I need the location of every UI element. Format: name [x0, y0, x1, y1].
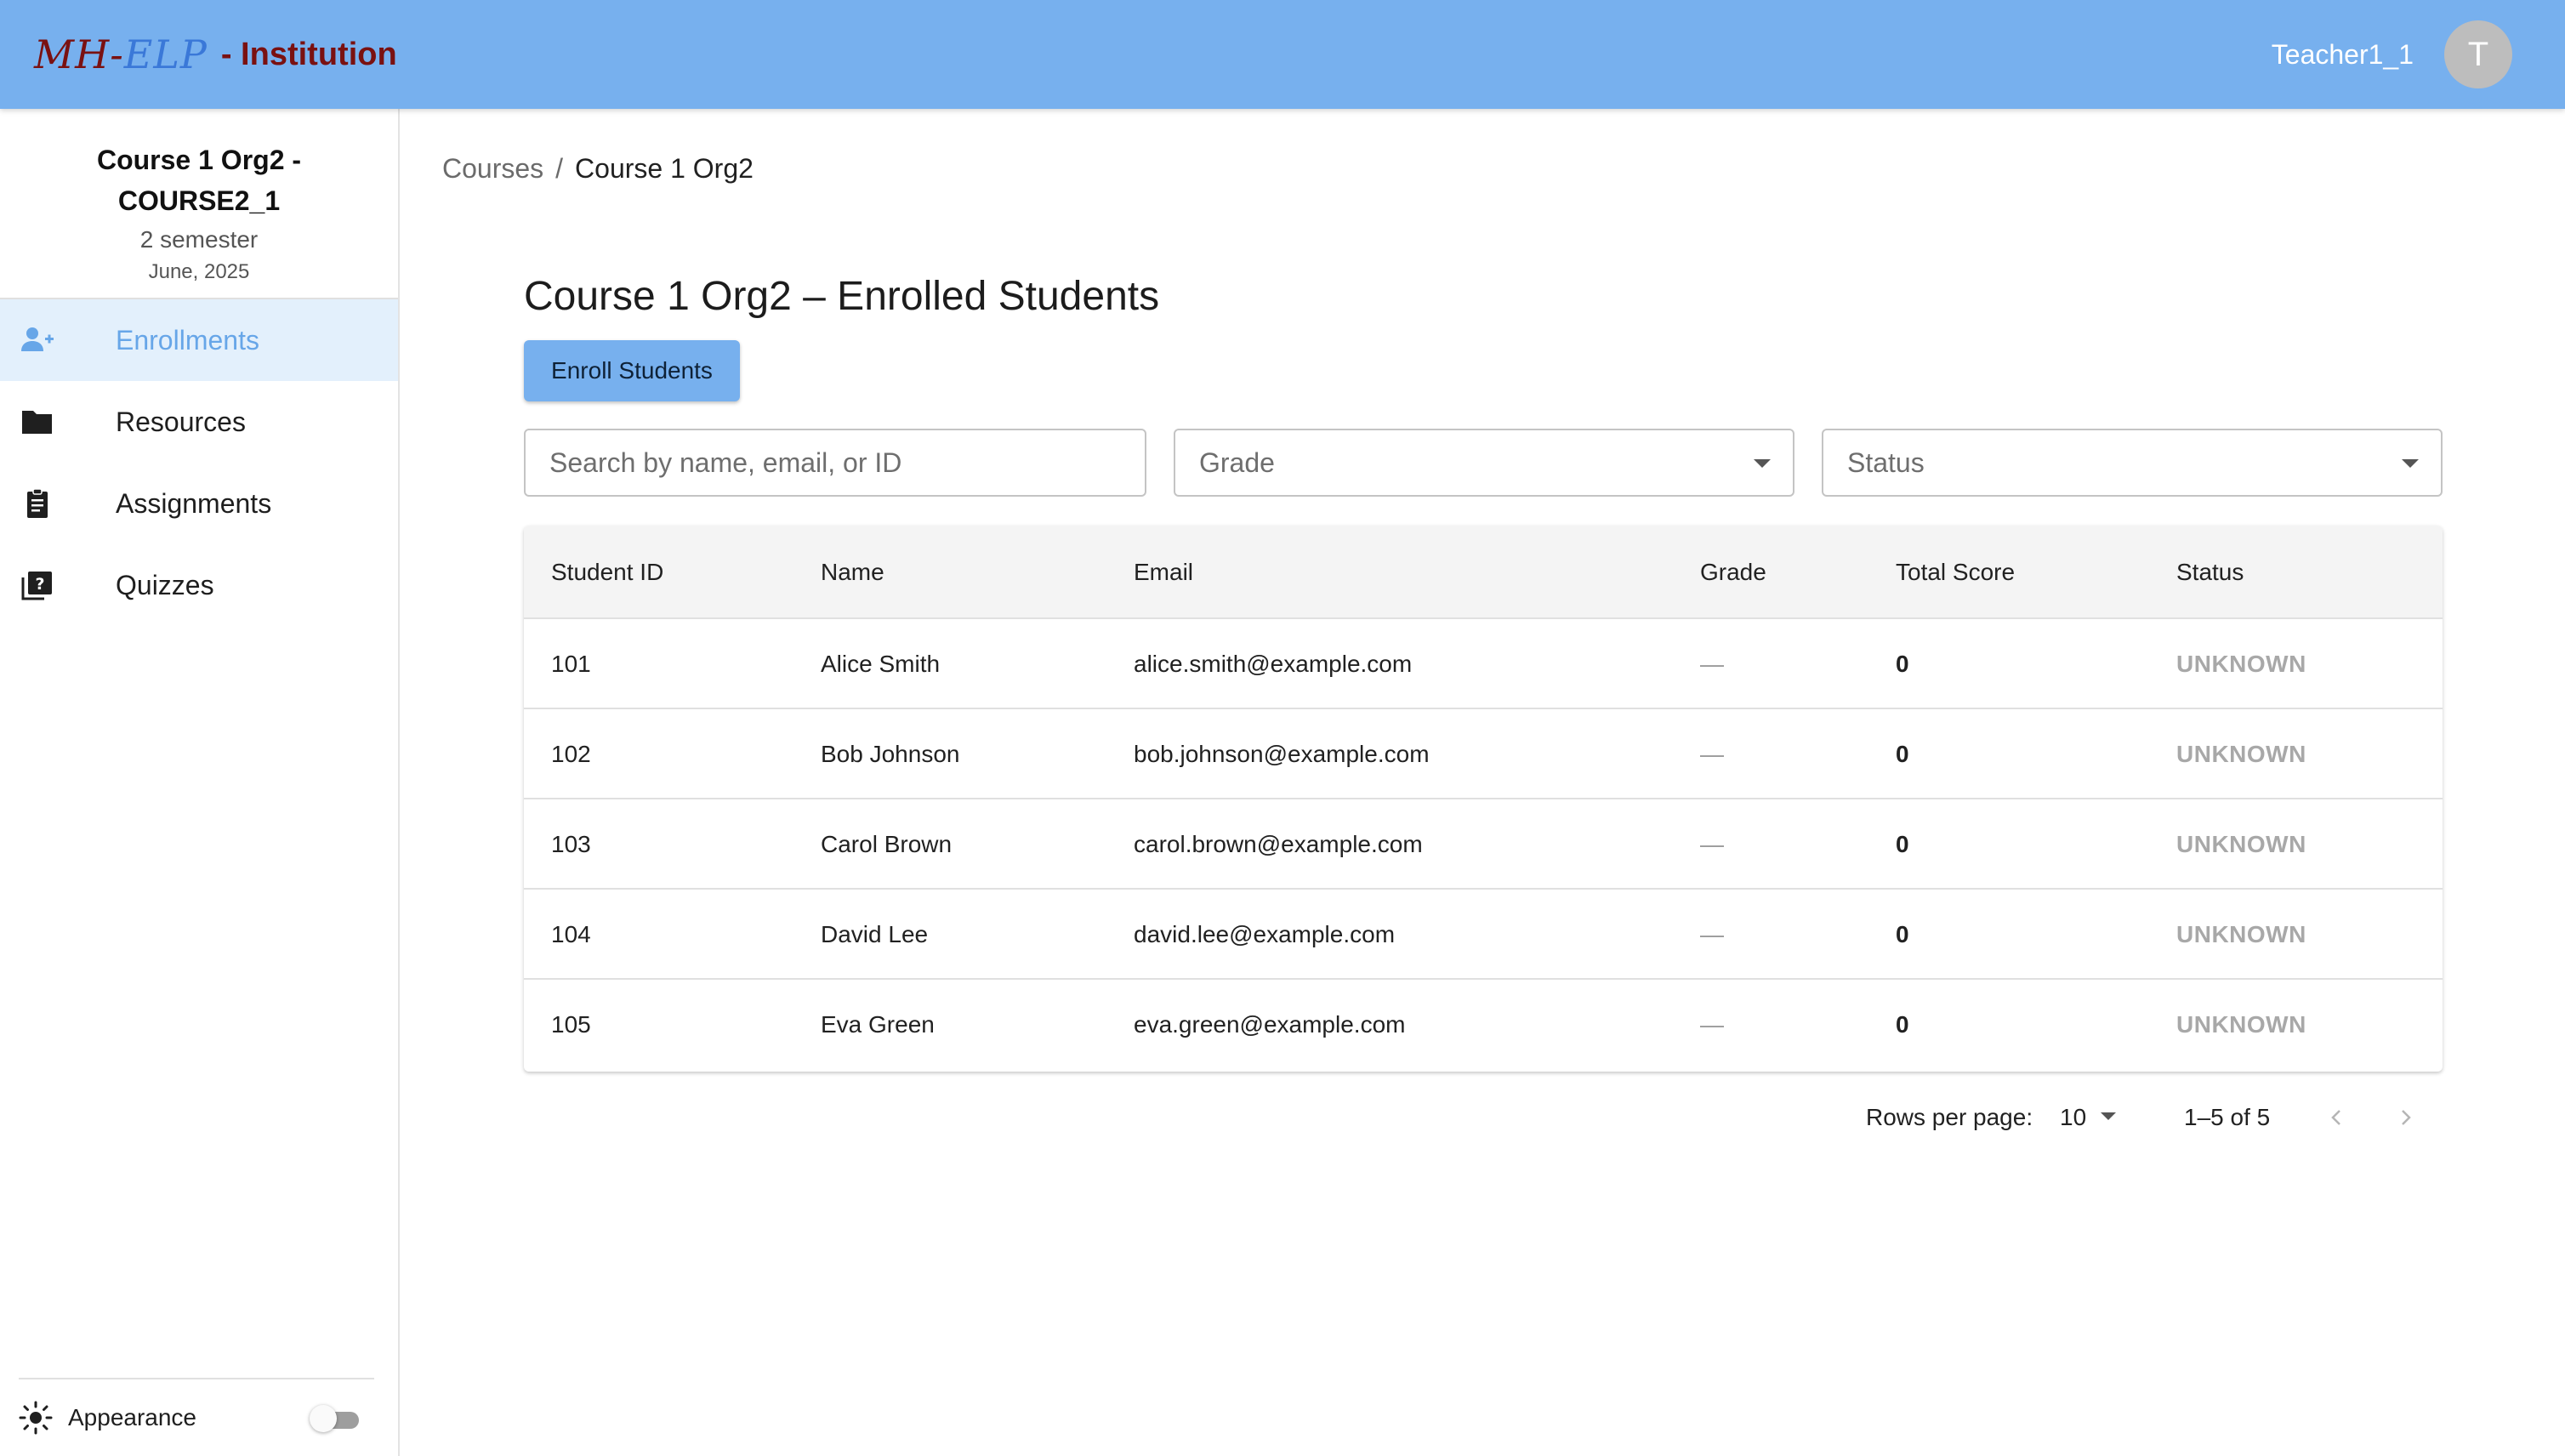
- cell-total-score: 0: [1896, 1011, 1909, 1038]
- sidebar-item-label: Assignments: [116, 487, 272, 519]
- cell-total-score: 0: [1896, 921, 1909, 947]
- toggle-thumb: [310, 1405, 337, 1432]
- table-row[interactable]: 101 Alice Smith alice.smith@example.com …: [524, 619, 2443, 709]
- cell-total-score: 0: [1896, 831, 1909, 857]
- cell-grade: —: [1700, 921, 1724, 947]
- column-header-total-score: Total Score: [1896, 559, 2016, 585]
- folder-icon: [22, 411, 52, 434]
- cell-name: David Lee: [821, 921, 929, 947]
- app-logo[interactable]: MH- ELP - Institution: [34, 26, 397, 83]
- breadcrumb: Courses / Course 1 Org2: [442, 151, 754, 185]
- course-semester: 2 semester: [139, 226, 259, 253]
- sidebar-item-enrollments[interactable]: Enrollments: [0, 299, 398, 381]
- chevron-down-icon: [2402, 459, 2419, 468]
- course-title: Course 1 Org2 - COURSE2_1: [96, 145, 302, 216]
- chevron-down-icon: [1754, 459, 1771, 468]
- chevron-left-icon: [2331, 1110, 2340, 1125]
- cell-email: eva.green@example.com: [1134, 1011, 1406, 1038]
- person-add-icon: [21, 327, 54, 351]
- logo-mh-text: MH-: [34, 31, 124, 77]
- chevron-right-icon: [2402, 1110, 2411, 1125]
- next-page-button[interactable]: [2388, 1101, 2422, 1135]
- status-select-label: Status: [1847, 446, 1925, 478]
- rows-per-page-label: Rows per page:: [1866, 1104, 2033, 1130]
- pagination-range: 1–5 of 5: [2184, 1104, 2271, 1130]
- appearance-toggle[interactable]: [310, 1405, 362, 1432]
- students-table: Student ID Name Email Grade Total Score …: [524, 526, 2443, 1072]
- column-header-grade: Grade: [1700, 559, 1766, 585]
- app-header: MH- ELP - Institution Teacher1_1 T: [0, 0, 2565, 109]
- table-row[interactable]: 103 Carol Brown carol.brown@example.com …: [524, 799, 2443, 890]
- status-badge: UNKNOWN: [2176, 921, 2306, 947]
- search-input[interactable]: [549, 446, 1145, 479]
- cell-student-id: 103: [551, 831, 591, 857]
- course-date: June, 2025: [148, 260, 250, 283]
- breadcrumb-courses-link[interactable]: Courses: [442, 153, 543, 184]
- appearance-setting: Appearance: [19, 1378, 374, 1456]
- cell-name: Eva Green: [821, 1011, 935, 1038]
- enroll-students-button[interactable]: Enroll Students: [524, 340, 740, 401]
- search-field[interactable]: [524, 429, 1146, 497]
- clipboard-icon: [27, 488, 48, 518]
- appearance-label: Appearance: [68, 1404, 197, 1430]
- cell-email: alice.smith@example.com: [1134, 651, 1413, 677]
- status-badge: UNKNOWN: [2176, 831, 2306, 857]
- rows-per-page-select[interactable]: 10: [2060, 1104, 2086, 1131]
- cell-email: bob.johnson@example.com: [1134, 741, 1430, 767]
- cell-name: Carol Brown: [821, 831, 953, 857]
- status-badge: UNKNOWN: [2176, 741, 2306, 767]
- grade-select[interactable]: Grade: [1174, 429, 1794, 497]
- sidebar-item-quizzes[interactable]: ? Quizzes: [0, 544, 398, 626]
- cell-name: Bob Johnson: [821, 741, 960, 767]
- sun-icon: [19, 1401, 53, 1435]
- svg-text:?: ?: [35, 575, 44, 594]
- status-select[interactable]: Status: [1822, 429, 2443, 497]
- sidebar-item-label: Enrollments: [116, 324, 259, 355]
- sidebar: Course 1 Org2 - COURSE2_1 2 semester Jun…: [0, 109, 400, 1456]
- status-badge: UNKNOWN: [2176, 1011, 2306, 1038]
- breadcrumb-current: Course 1 Org2: [575, 153, 754, 184]
- cell-email: carol.brown@example.com: [1134, 831, 1423, 857]
- table-row[interactable]: 105 Eva Green eva.green@example.com — 0 …: [524, 980, 2443, 1070]
- page-title: Course 1 Org2 – Enrolled Students: [524, 274, 1160, 319]
- breadcrumb-separator: /: [555, 153, 564, 184]
- logo-elp-text: ELP: [123, 31, 208, 77]
- table-row[interactable]: 102 Bob Johnson bob.johnson@example.com …: [524, 709, 2443, 799]
- cell-student-id: 101: [551, 651, 591, 677]
- sidebar-item-assignments[interactable]: Assignments: [0, 463, 398, 544]
- quiz-icon: ?: [21, 572, 52, 600]
- column-header-status: Status: [2176, 559, 2244, 585]
- cell-student-id: 105: [551, 1011, 591, 1038]
- cell-grade: —: [1700, 831, 1724, 857]
- column-header-email: Email: [1134, 559, 1194, 585]
- grade-select-label: Grade: [1199, 446, 1275, 478]
- table-header: Student ID Name Email Grade Total Score …: [524, 526, 2443, 619]
- sidebar-item-label: Resources: [116, 406, 246, 437]
- cell-grade: —: [1700, 651, 1724, 677]
- sidebar-item-resources[interactable]: Resources: [0, 381, 398, 463]
- cell-total-score: 0: [1896, 651, 1909, 677]
- table-row[interactable]: 104 David Lee david.lee@example.com — 0 …: [524, 890, 2443, 980]
- table-pagination: Rows per page: 10 1–5 of 5: [1854, 1097, 2449, 1136]
- status-badge: UNKNOWN: [2176, 651, 2306, 677]
- chevron-down-icon[interactable]: [2101, 1112, 2116, 1120]
- cell-name: Alice Smith: [821, 651, 941, 677]
- avatar[interactable]: T: [2444, 20, 2512, 88]
- cell-total-score: 0: [1896, 741, 1909, 767]
- sidebar-item-label: Quizzes: [116, 569, 214, 600]
- course-info: Course 1 Org2 - COURSE2_1 2 semester Jun…: [0, 109, 398, 299]
- cell-grade: —: [1700, 1011, 1724, 1038]
- cell-grade: —: [1700, 741, 1724, 767]
- user-name[interactable]: Teacher1_1: [2272, 34, 2414, 75]
- logo-institution-text: - Institution: [220, 36, 397, 72]
- column-header-name: Name: [821, 559, 884, 585]
- cell-student-id: 102: [551, 741, 591, 767]
- cell-student-id: 104: [551, 921, 591, 947]
- column-header-student-id: Student ID: [551, 559, 664, 585]
- cell-email: david.lee@example.com: [1134, 921, 1396, 947]
- previous-page-button[interactable]: [2320, 1101, 2354, 1135]
